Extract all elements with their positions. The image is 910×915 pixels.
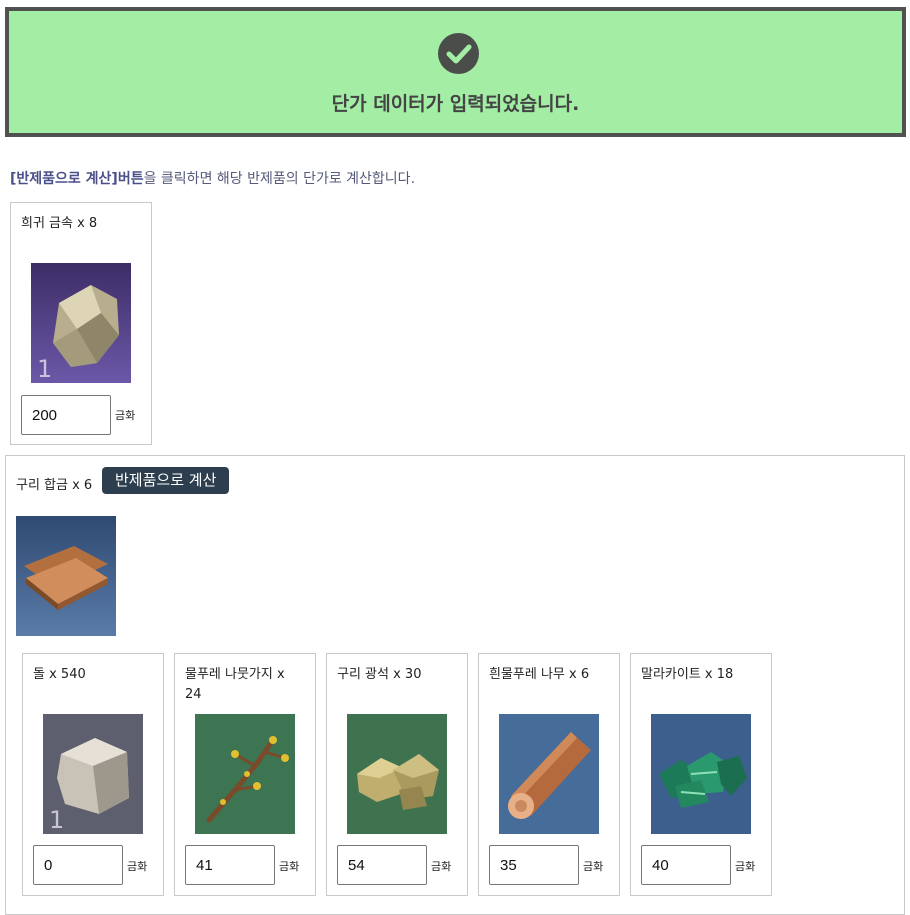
price-input[interactable] (641, 845, 731, 885)
material-name: 돌 x 540 (33, 667, 86, 682)
instruction-highlight: [반제품으로 계산]버튼 (10, 171, 144, 187)
material-name: 구리 광석 x 30 (337, 667, 422, 682)
stone-icon: 1 (43, 714, 143, 834)
grade-label: 1 (49, 806, 64, 834)
semi-product-group: 구리 합금 x 6 반제품으로 계산 돌 x 540 1 0 금화 물푸레 나뭇… (5, 455, 905, 915)
material-card: 흰물푸레 나무 x 6 금화 (478, 653, 620, 896)
material-card: 희귀 금속 x 8 1 금화 (10, 202, 152, 445)
unit-label: 금화 (115, 409, 136, 422)
grade-label: 1 (37, 355, 52, 383)
price-input[interactable] (185, 845, 275, 885)
ash-branch-icon (195, 714, 295, 834)
check-circle-icon (438, 33, 479, 74)
unit-label: 금화 (583, 860, 604, 873)
price-input[interactable] (489, 845, 579, 885)
copper-ore-icon (347, 714, 447, 834)
success-message: 단가 데이터가 입력되었습니다. (331, 93, 580, 115)
success-banner: 단가 데이터가 입력되었습니다. (5, 7, 906, 137)
rare-metal-icon: 1 (31, 263, 131, 383)
instruction-text: [반제품으로 계산]버튼을 클릭하면 해당 반제품의 단가로 계산합니다. (10, 168, 415, 188)
price-input[interactable] (21, 395, 111, 435)
malachite-icon (651, 714, 751, 834)
calculate-as-semi-product-button[interactable]: 반제품으로 계산 (102, 467, 230, 494)
material-card: 돌 x 540 1 금화 (22, 653, 164, 896)
unit-label: 금화 (279, 860, 300, 873)
material-name: 흰물푸레 나무 x 6 (489, 667, 590, 682)
price-input[interactable] (337, 845, 427, 885)
material-card: 물푸레 나뭇가지 x 24 금화 (174, 653, 316, 896)
material-name: 물푸레 나뭇가지 x 24 (185, 667, 285, 702)
instruction-body: 을 클릭하면 해당 반제품의 단가로 계산합니다. (143, 171, 416, 187)
material-name: 말라카이트 x 18 (641, 667, 734, 682)
unit-label: 금화 (735, 860, 756, 873)
semi-product-name: 구리 합금 x 6 (16, 478, 93, 493)
material-card: 구리 광석 x 30 금화 (326, 653, 468, 896)
unit-label: 금화 (431, 860, 452, 873)
unit-label: 금화 (127, 860, 148, 873)
white-ash-log-icon (499, 714, 599, 834)
price-input[interactable] (33, 845, 123, 885)
copper-alloy-icon (16, 516, 116, 636)
material-card: 말라카이트 x 18 금화 (630, 653, 772, 896)
material-name: 희귀 금속 x 8 (21, 216, 98, 231)
